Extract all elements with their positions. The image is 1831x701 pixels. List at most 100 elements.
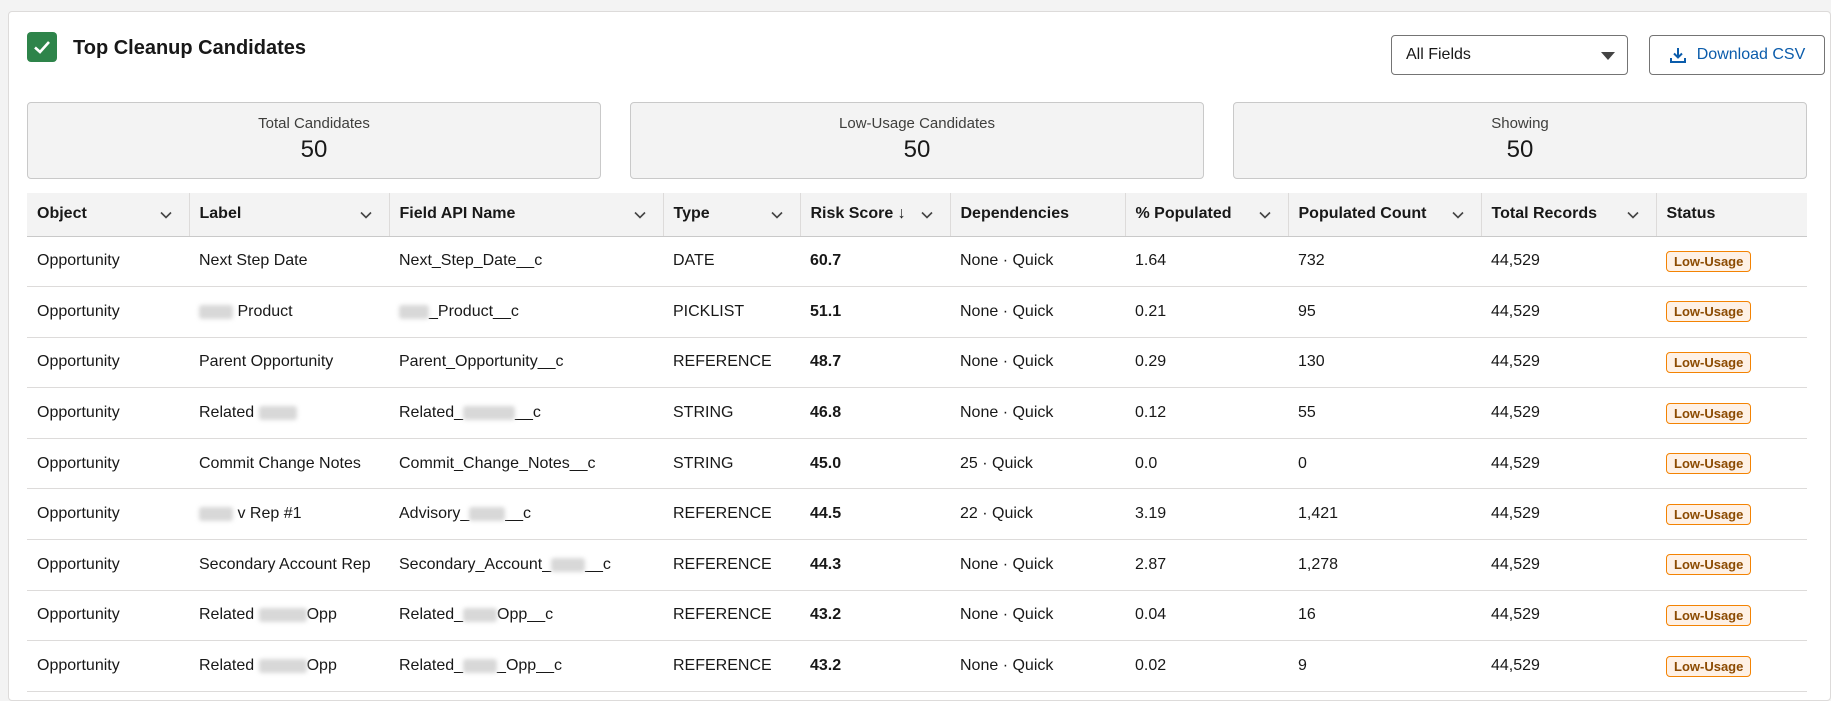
redacted-text	[463, 658, 498, 673]
table-row[interactable]: Opportunity Secondary Account Rep Secondar…	[27, 539, 1807, 591]
cell-label: Commit Change Notes	[189, 438, 389, 490]
stat-label: Low-Usage Candidates	[839, 115, 995, 132]
label-text: Parent Opportunity	[199, 353, 334, 371]
cell-risk-score: 43.2	[800, 640, 950, 692]
column-header-status[interactable]: Status	[1655, 193, 1807, 237]
cell-pct-populated: 3.19	[1125, 488, 1288, 541]
table-row[interactable]: Opportunity Related Opp Related_ Opp__c REFE…	[27, 590, 1807, 642]
api-text: Commit_Change_Notes__c	[399, 454, 596, 472]
column-header-pct-populated[interactable]: % Populated	[1124, 193, 1288, 237]
cell-status: Low-Usage	[1656, 337, 1807, 389]
cell-object: Opportunity	[27, 539, 189, 591]
cell-dependencies-link[interactable]: 22 · Quick	[950, 488, 1125, 541]
cell-status: Low-Usage	[1656, 236, 1807, 288]
label-suffix: Opp	[306, 606, 337, 624]
stat-total-candidates: Total Candidates 50	[27, 102, 601, 179]
chevron-down-icon[interactable]	[159, 208, 173, 222]
redacted-text	[399, 304, 429, 319]
column-header-label: Status	[1666, 205, 1716, 223]
stat-label: Showing	[1491, 115, 1549, 132]
chevron-down-icon[interactable]	[359, 208, 373, 222]
cell-pct-populated: 0.29	[1125, 337, 1288, 389]
table-row[interactable]: Opportunity Related Related_ __c STRING 46.8…	[27, 387, 1807, 439]
cell-status: Low-Usage	[1656, 640, 1807, 692]
api-suffix: __c	[505, 505, 532, 523]
cell-dependencies-link[interactable]: None · Quick	[950, 387, 1125, 439]
column-header-total-records[interactable]: Total Records	[1480, 193, 1656, 237]
column-header-api-name[interactable]: Field API Name	[388, 193, 663, 237]
cell-type: REFERENCE	[663, 337, 800, 389]
redacted-text	[258, 608, 307, 623]
label-suffix: Opp	[306, 657, 337, 675]
chevron-down-icon[interactable]	[1258, 208, 1272, 222]
api-text: _Product__c	[429, 302, 519, 320]
table-row[interactable]: Opportunity Related Opp Related_ _Opp__c REF…	[27, 640, 1807, 692]
cell-populated-count: 1,278	[1288, 539, 1481, 591]
cell-api-name: Related_ __c	[389, 387, 663, 439]
cell-risk-score: 45.0	[800, 438, 950, 490]
cell-type: STRING	[663, 387, 800, 439]
card-header: Top Cleanup Candidates All Fields Downlo…	[27, 32, 1825, 75]
chevron-down-icon[interactable]	[920, 208, 934, 222]
cell-dependencies-link[interactable]: None · Quick	[950, 337, 1125, 389]
field-filter-select[interactable]: All Fields	[1391, 35, 1628, 75]
api-text: Secondary_Account_	[399, 555, 552, 573]
redacted-text	[551, 557, 586, 572]
column-header-label-col[interactable]: Label	[188, 193, 389, 237]
chevron-down-icon[interactable]	[770, 208, 784, 222]
cell-type: REFERENCE	[663, 640, 800, 692]
table-body: Opportunity Next Step Date Next_Step_Date_…	[27, 236, 1807, 692]
column-header-risk-score[interactable]: Risk Score ↓	[799, 193, 950, 237]
column-header-dependencies[interactable]: Dependencies	[949, 193, 1125, 237]
cell-pct-populated: 0.04	[1125, 590, 1288, 642]
table-row[interactable]: Opportunity Parent Opportunity Parent_Oppo…	[27, 337, 1807, 389]
chevron-down-icon[interactable]	[1626, 208, 1640, 222]
table-row[interactable]: Opportunity Product _Product__c PICKLIST 51…	[27, 286, 1807, 338]
status-badge: Low-Usage	[1666, 351, 1752, 373]
column-header-object[interactable]: Object	[27, 193, 189, 237]
column-header-type[interactable]: Type	[662, 193, 800, 237]
cell-object: Opportunity	[27, 590, 189, 642]
redacted-text	[469, 507, 506, 522]
cell-api-name: Commit_Change_Notes__c	[389, 438, 663, 490]
cell-total-records: 44,529	[1481, 337, 1656, 389]
table-row[interactable]: Opportunity v Rep #1 Advisory_ __c REFERENC…	[27, 488, 1807, 541]
cell-risk-score: 43.2	[800, 590, 950, 642]
cell-pct-populated: 2.87	[1125, 539, 1288, 591]
cell-object: Opportunity	[27, 286, 189, 338]
cell-total-records: 44,529	[1481, 236, 1656, 288]
chevron-down-icon[interactable]	[633, 208, 647, 222]
cell-risk-score: 44.3	[800, 539, 950, 591]
status-badge: Low-Usage	[1666, 503, 1752, 525]
cell-dependencies-link[interactable]: None · Quick	[950, 236, 1125, 288]
status-badge: Low-Usage	[1666, 554, 1752, 576]
column-header-populated-count[interactable]: Populated Count	[1287, 193, 1481, 237]
api-text: Related_	[399, 404, 464, 422]
field-filter-value: All Fields	[1406, 46, 1471, 63]
status-badge: Low-Usage	[1666, 402, 1752, 424]
table-row[interactable]: Opportunity Commit Change Notes Commit_Cha…	[27, 438, 1807, 490]
stat-label: Total Candidates	[258, 115, 370, 132]
cell-dependencies-link[interactable]: None · Quick	[950, 640, 1125, 692]
cell-dependencies-link[interactable]: None · Quick	[950, 539, 1125, 591]
column-header-label: Total Records	[1491, 205, 1598, 223]
cell-populated-count: 130	[1288, 337, 1481, 389]
chevron-down-icon	[1601, 52, 1615, 60]
cell-dependencies-link[interactable]: 25 · Quick	[950, 438, 1125, 490]
cell-risk-score: 44.5	[800, 488, 950, 541]
chevron-down-icon[interactable]	[1451, 208, 1465, 222]
cell-dependencies-link[interactable]: None · Quick	[950, 590, 1125, 642]
cell-populated-count: 9	[1288, 640, 1481, 692]
api-text: Related_	[399, 606, 464, 624]
cell-api-name: _Product__c	[389, 286, 663, 338]
cell-object: Opportunity	[27, 387, 189, 439]
cell-dependencies-link[interactable]: None · Quick	[950, 286, 1125, 338]
table-header-row: Object Label Field API Name Type Risk Sc…	[27, 193, 1807, 237]
cell-label: v Rep #1	[189, 488, 389, 541]
cell-risk-score: 46.8	[800, 387, 950, 439]
cell-populated-count: 55	[1288, 387, 1481, 439]
cell-total-records: 44,529	[1481, 590, 1656, 642]
label-text: Commit Change Notes	[199, 454, 361, 472]
download-csv-button[interactable]: Download CSV	[1649, 35, 1825, 75]
table-row[interactable]: Opportunity Next Step Date Next_Step_Date_…	[27, 236, 1807, 288]
